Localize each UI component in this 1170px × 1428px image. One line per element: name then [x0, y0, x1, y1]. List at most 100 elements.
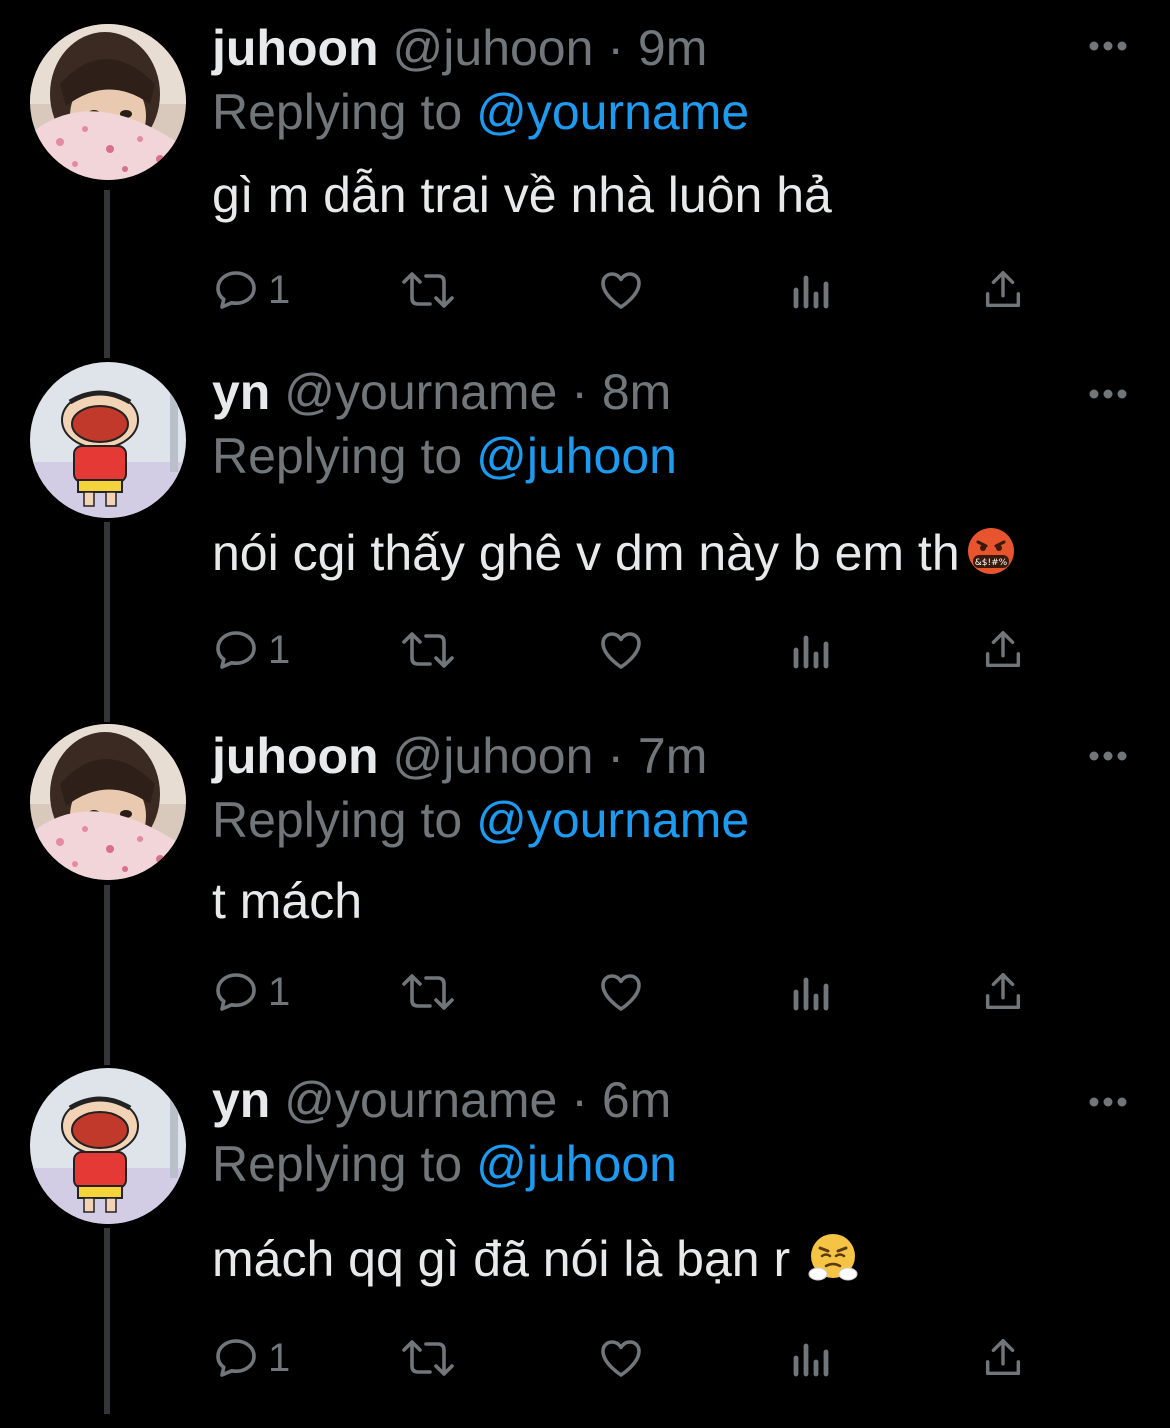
tweet-actions: 1	[212, 262, 1032, 318]
avatar[interactable]	[30, 724, 186, 880]
user-handle[interactable]: @yourname	[284, 1072, 557, 1128]
timestamp[interactable]: 7m	[638, 728, 707, 784]
shinchan-cartoon-avatar-image	[30, 362, 186, 518]
reply-button[interactable]: 1	[212, 262, 290, 318]
replying-to-label: Replying to	[212, 84, 463, 140]
retweet-button[interactable]	[400, 622, 456, 678]
replying-to-label: Replying to	[212, 792, 463, 848]
replying-to-label: Replying to	[212, 428, 463, 484]
display-name[interactable]: yn	[212, 364, 270, 420]
display-name[interactable]: juhoon	[212, 728, 379, 784]
more-icon[interactable]	[1086, 1092, 1130, 1112]
reply-icon	[216, 973, 256, 1011]
tweet-text: nói cgi thấy ghê v dm này b em th &$!#%	[212, 522, 1016, 590]
face-with-steam-from-nose-icon	[808, 1232, 858, 1296]
replying-to: Replying to @yourname	[212, 82, 749, 142]
share-icon	[985, 271, 1021, 308]
reply-count: 1	[268, 969, 291, 1014]
timestamp[interactable]: 9m	[638, 20, 707, 76]
views-button[interactable]	[790, 1330, 834, 1386]
tweet[interactable]: juhoon @juhoon · 7m Replying to @yournam…	[0, 724, 1170, 1084]
share-button[interactable]	[980, 622, 1026, 678]
retweet-icon	[402, 974, 454, 1010]
views-button[interactable]	[790, 622, 834, 678]
reply-count: 1	[268, 1335, 291, 1380]
more-icon[interactable]	[1086, 36, 1130, 56]
separator-dot: ·	[571, 1072, 588, 1128]
tweet-actions: 1	[212, 1330, 1032, 1386]
tweet-text: mách qq gì đã nói là bạn r	[212, 1228, 858, 1296]
tweet-actions: 1	[212, 964, 1032, 1020]
timestamp[interactable]: 8m	[602, 364, 671, 420]
separator-dot: ·	[571, 364, 588, 420]
tweet[interactable]: yn @yourname · 8m Replying to @juhoon nó…	[0, 362, 1170, 722]
like-button[interactable]	[596, 1330, 646, 1386]
retweet-button[interactable]	[400, 262, 456, 318]
retweet-icon	[402, 1340, 454, 1376]
views-icon	[793, 977, 829, 1011]
reply-count: 1	[268, 267, 291, 312]
replying-to-handle[interactable]: @juhoon	[476, 1136, 677, 1192]
share-button[interactable]	[980, 262, 1026, 318]
reply-icon	[216, 631, 256, 669]
user-handle[interactable]: @yourname	[284, 364, 557, 420]
heart-icon	[601, 632, 641, 669]
share-button[interactable]	[980, 964, 1026, 1020]
views-icon	[793, 275, 829, 309]
tweet[interactable]: juhoon @juhoon · 9m Replying to @yournam…	[0, 0, 1170, 360]
views-button[interactable]	[790, 964, 834, 1020]
avatar[interactable]	[30, 24, 186, 180]
more-icon[interactable]	[1086, 384, 1130, 404]
display-name[interactable]: juhoon	[212, 20, 379, 76]
share-button[interactable]	[980, 1330, 1026, 1386]
replying-to-handle[interactable]: @juhoon	[476, 428, 677, 484]
retweet-button[interactable]	[400, 964, 456, 1020]
separator-dot: ·	[607, 728, 624, 784]
replying-to: Replying to @yourname	[212, 790, 749, 850]
share-icon	[985, 631, 1021, 668]
share-icon	[985, 1339, 1021, 1376]
display-name[interactable]: yn	[212, 1072, 270, 1128]
tweet-header: yn @yourname · 6m	[212, 1070, 671, 1130]
tweet-text: gì m dẫn trai về nhà luôn hả	[212, 164, 832, 226]
tweet-text-content: t mách	[212, 873, 363, 929]
juhoon-photo-avatar-image	[30, 24, 186, 180]
replying-to: Replying to @juhoon	[212, 1134, 677, 1194]
reply-icon	[216, 1339, 256, 1377]
replying-to-handle[interactable]: @yourname	[476, 792, 749, 848]
views-icon	[793, 635, 829, 669]
retweet-button[interactable]	[400, 1330, 456, 1386]
separator-dot: ·	[607, 20, 624, 76]
tweet[interactable]: yn @yourname · 6m Replying to @juhoon má…	[0, 1068, 1170, 1428]
more-icon[interactable]	[1086, 746, 1130, 766]
tweet-text-content: gì m dẫn trai về nhà luôn hả	[212, 167, 832, 223]
timestamp[interactable]: 6m	[602, 1072, 671, 1128]
user-handle[interactable]: @juhoon	[393, 20, 594, 76]
heart-icon	[601, 974, 641, 1011]
juhoon-photo-avatar-image	[30, 724, 186, 880]
retweet-icon	[402, 632, 454, 668]
reply-button[interactable]: 1	[212, 622, 290, 678]
tweet-header: juhoon @juhoon · 7m	[212, 726, 707, 786]
views-button[interactable]	[790, 262, 834, 318]
avatar[interactable]	[30, 1068, 186, 1224]
avatar[interactable]	[30, 362, 186, 518]
reply-button[interactable]: 1	[212, 1330, 290, 1386]
heart-icon	[601, 272, 641, 309]
like-button[interactable]	[596, 622, 646, 678]
share-icon	[985, 973, 1021, 1010]
tweet-text-content: mách qq gì đã nói là bạn r	[212, 1231, 791, 1287]
reply-button[interactable]: 1	[212, 964, 290, 1020]
replying-to: Replying to @juhoon	[212, 426, 677, 486]
tweet-header: yn @yourname · 8m	[212, 362, 671, 422]
user-handle[interactable]: @juhoon	[393, 728, 594, 784]
like-button[interactable]	[596, 964, 646, 1020]
reply-count: 1	[268, 627, 291, 672]
tweet-text-content: nói cgi thấy ghê v dm này b em th	[212, 525, 960, 581]
replying-to-handle[interactable]: @yourname	[476, 84, 749, 140]
replying-to-label: Replying to	[212, 1136, 463, 1192]
shinchan-cartoon-avatar-image	[30, 1068, 186, 1224]
svg-text:&$!#%: &$!#%	[974, 558, 1007, 568]
tweet-header: juhoon @juhoon · 9m	[212, 18, 707, 78]
like-button[interactable]	[596, 262, 646, 318]
